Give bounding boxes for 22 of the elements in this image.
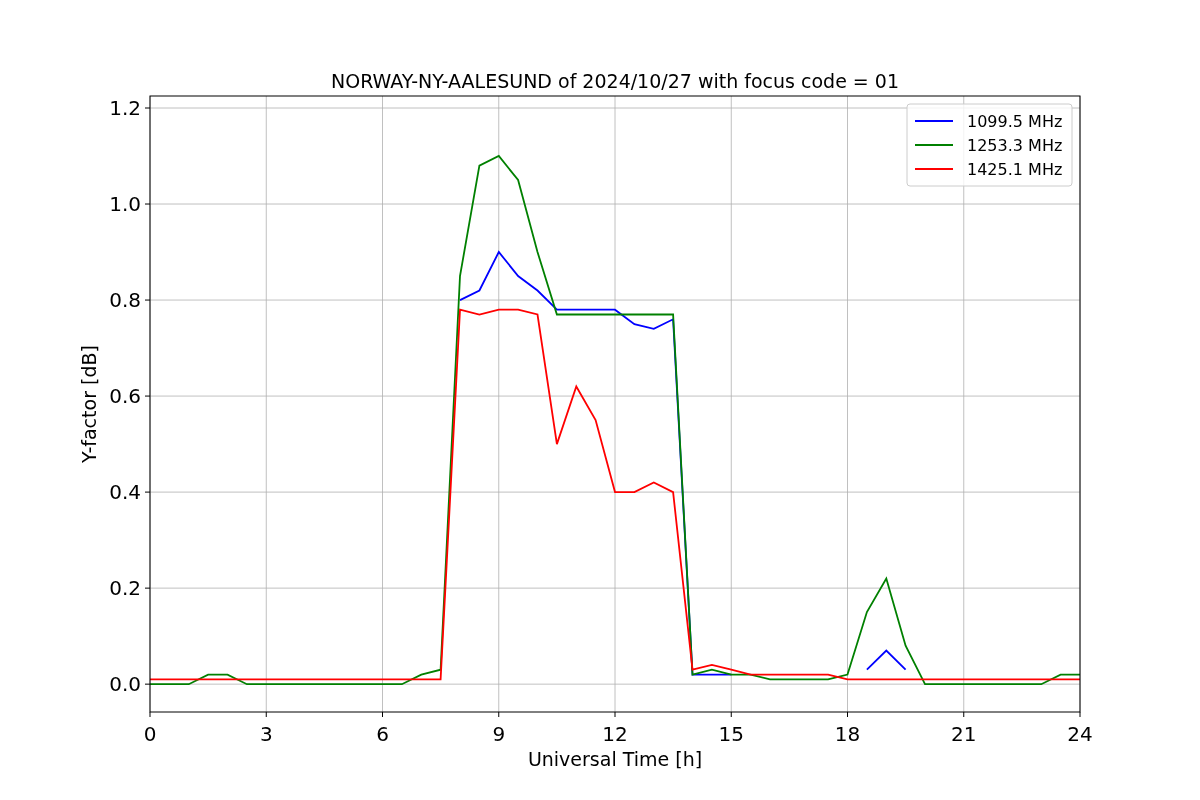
chart-title: NORWAY-NY-AALESUND of 2024/10/27 with focus code = 01 (331, 70, 899, 92)
x-tick-label: 0 (143, 722, 157, 746)
y-tick-label: 0.8 (109, 288, 141, 313)
x-tick-label: 12 (602, 722, 628, 746)
y-axis-label: Y-factor [dB] (78, 345, 100, 463)
y-tick-label: 0.0 (109, 672, 141, 697)
legend-label: 1425.1 MHz (967, 160, 1063, 179)
x-tick-label: 18 (834, 722, 861, 746)
x-tick-label: 6 (376, 722, 389, 746)
legend-label: 1099.5 MHz (967, 112, 1063, 131)
y-tick-label: 1.0 (109, 192, 141, 217)
x-tick-label: 21 (951, 722, 977, 746)
x-axis-label: Universal Time [h] (527, 748, 703, 770)
y-tick-label: 0.2 (109, 576, 141, 601)
y-tick-label: 0.4 (109, 480, 141, 505)
x-tick-label: 24 (1067, 722, 1093, 746)
x-tick-label: 9 (492, 722, 506, 746)
y-tick-label: 0.6 (109, 384, 141, 409)
legend-label: 1253.3 MHz (967, 136, 1063, 155)
x-tick-label: 15 (718, 722, 744, 746)
x-tick-label: 3 (259, 722, 273, 746)
y-tick-label: 1.2 (109, 96, 141, 120)
